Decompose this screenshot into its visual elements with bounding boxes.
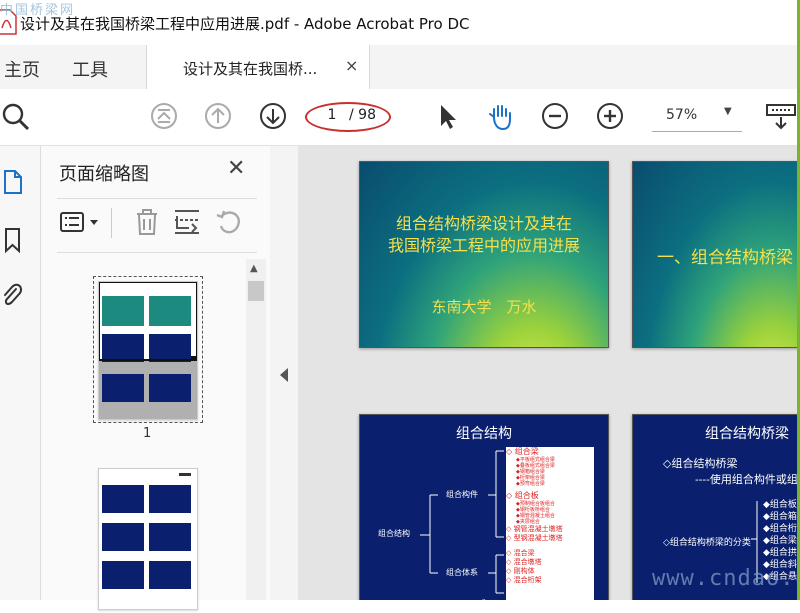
tab-bar: 主页 工具 设计及其在我国桥... × bbox=[0, 45, 800, 90]
page-thumbnails-panel: 页面缩略图 ✕ 1 ▲ bbox=[41, 146, 270, 610]
slide-3-branch-b: 组合体系 bbox=[446, 568, 478, 577]
main-toolbar: 1 / 98 57% ▼ bbox=[0, 89, 800, 146]
list-item: ◆组合桁 bbox=[763, 524, 797, 534]
zoom-in-icon[interactable] bbox=[595, 101, 625, 131]
list-item: ◇ 组合板 bbox=[506, 491, 539, 500]
tab-document[interactable]: 设计及其在我国桥... × bbox=[146, 45, 370, 90]
slide-1-title-line2: 我国桥梁工程中的应用进展 bbox=[387, 236, 580, 255]
previous-page-icon[interactable] bbox=[203, 101, 233, 131]
thumbnail-options-icon[interactable] bbox=[57, 206, 103, 238]
tab-tools[interactable]: 工具 bbox=[72, 56, 108, 82]
next-page-icon[interactable] bbox=[258, 101, 288, 131]
zoom-out-icon[interactable] bbox=[540, 101, 570, 131]
thumbnail-page-1-preview bbox=[98, 281, 198, 402]
slide-1-author: 东南大学 万水 bbox=[431, 298, 537, 316]
document-viewer[interactable]: 组合结构桥梁设计及其在 我国桥梁工程中的应用进展 东南大学 万水 一、组合结构桥… bbox=[298, 146, 800, 600]
keyboard-icon[interactable] bbox=[764, 101, 798, 131]
list-item: ◆组合板 bbox=[763, 500, 797, 510]
scroll-up-icon[interactable]: ▲ bbox=[250, 263, 258, 274]
red-highlight-oval bbox=[305, 102, 391, 132]
slide-3-root: 组合结构 bbox=[378, 529, 410, 538]
slide-2-title: 一、组合结构桥梁 bbox=[657, 248, 793, 268]
thumbnail-page-1-label: 1 bbox=[143, 426, 152, 441]
slide-1: 组合结构桥梁设计及其在 我国桥梁工程中的应用进展 东南大学 万水 bbox=[359, 161, 609, 348]
list-item: ◇ 混合梁 bbox=[506, 549, 535, 557]
list-item: ◇ 混合桁架 bbox=[506, 576, 542, 584]
list-item: ◇ 组合梁 bbox=[506, 447, 539, 456]
extract-pages-icon[interactable] bbox=[171, 206, 203, 238]
hand-tool-icon[interactable] bbox=[486, 101, 516, 131]
page-thumbnails-icon[interactable] bbox=[2, 168, 24, 196]
navigation-rail bbox=[0, 146, 41, 600]
slide-2: 一、组合结构桥梁 bbox=[632, 161, 800, 348]
slide-3-red-list: ◇ 组合梁 ◆平板组式组合梁 ◆叠板组式组合梁 ◆钢箱组合梁 ◆桁架组合梁 ◆预… bbox=[506, 447, 594, 600]
list-item: ◆预弯组合梁 bbox=[516, 481, 545, 487]
scrollbar-thumb[interactable] bbox=[248, 281, 264, 301]
delete-icon[interactable] bbox=[131, 206, 163, 238]
slide-3: 组合结构 组合结构 组合构件 组合体系 ◇ 组合梁 ◆平板组式组合梁 ◆叠板组式… bbox=[359, 414, 609, 600]
rotate-icon[interactable] bbox=[213, 206, 245, 238]
thumbnails-scrollbar[interactable]: ▲ bbox=[246, 259, 266, 600]
list-item: ◆组合拱 bbox=[763, 548, 797, 558]
thumbnail-page-2[interactable] bbox=[98, 468, 198, 610]
list-item: ◇ 混合墩塔 bbox=[506, 558, 542, 566]
collapse-panel-handle[interactable] bbox=[270, 146, 298, 600]
list-item: ◇ 型钢混凝土墩塔 bbox=[506, 534, 563, 542]
list-item: ◇ 钢管混凝土墩塔 bbox=[506, 525, 563, 533]
select-cursor-icon[interactable] bbox=[432, 101, 462, 131]
search-icon[interactable] bbox=[0, 101, 30, 131]
attachment-icon[interactable] bbox=[0, 281, 24, 309]
tab-home[interactable]: 主页 bbox=[4, 56, 40, 82]
site-watermark: www.cndao.com bbox=[652, 566, 800, 591]
zoom-dropdown[interactable]: 57% ▼ bbox=[652, 101, 742, 132]
thumbnail-page-2-preview bbox=[102, 473, 191, 589]
list-item: ◇ 刚构体 bbox=[506, 567, 535, 575]
bookmark-icon[interactable] bbox=[2, 226, 24, 254]
panel-title: 页面缩略图 bbox=[59, 164, 149, 185]
zoom-value: 57% bbox=[666, 107, 698, 123]
title-bar: 中国桥梁网 设计及其在我国桥梁工程中应用进展.pdf - Adobe Acrob… bbox=[0, 0, 800, 46]
slide-1-title-line1: 组合结构桥梁设计及其在 bbox=[395, 214, 572, 233]
total-pages-label: / 98 bbox=[349, 107, 376, 123]
slide-3-branch-a: 组合构件 bbox=[446, 490, 478, 499]
close-panel-icon[interactable]: ✕ bbox=[227, 156, 245, 181]
divider bbox=[57, 198, 257, 199]
divider bbox=[57, 252, 257, 253]
chevron-down-icon: ▼ bbox=[724, 106, 732, 117]
window-title: 设计及其在我国桥梁工程中应用进展.pdf - Adobe Acrobat Pro… bbox=[20, 15, 470, 33]
current-page-input[interactable]: 1 bbox=[321, 107, 343, 125]
chevron-left-icon bbox=[280, 368, 288, 382]
page-number-control: 1 / 98 bbox=[305, 102, 391, 132]
thumbnail-page-1[interactable] bbox=[98, 281, 198, 420]
first-page-icon[interactable] bbox=[149, 101, 179, 131]
document-tab-label: 设计及其在我国桥... bbox=[183, 60, 318, 78]
list-item: ◆组合箱 bbox=[763, 512, 797, 522]
close-tab-icon[interactable]: × bbox=[345, 56, 358, 75]
divider bbox=[111, 208, 112, 238]
list-item: ◆组合梁 bbox=[763, 536, 797, 546]
